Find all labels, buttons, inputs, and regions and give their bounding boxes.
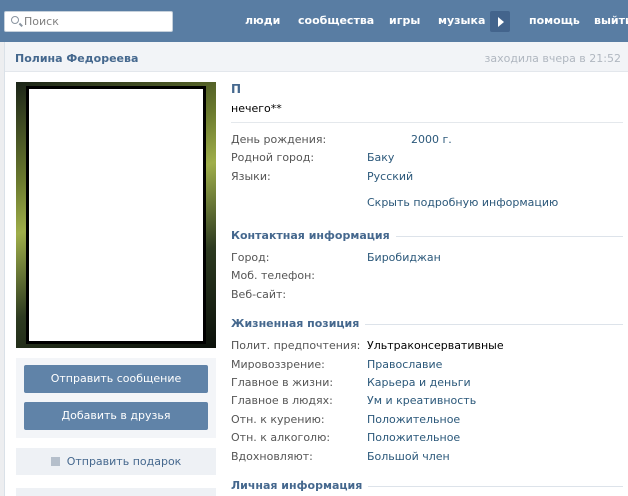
- languages-value[interactable]: Русский: [367, 170, 413, 183]
- contact-section-title[interactable]: Контактная информация: [231, 229, 396, 242]
- personal-section-title[interactable]: Личная информация: [231, 479, 369, 492]
- profile-header: Полина Федореева заходила вчера в 21:52: [5, 42, 628, 72]
- add-friend-button[interactable]: Добавить в друзья: [24, 402, 208, 430]
- languages-row: Языки: Русский: [231, 170, 621, 186]
- status-text[interactable]: нечего**: [231, 102, 282, 115]
- life-section-title[interactable]: Жизненная позиция: [231, 317, 366, 330]
- hometown-row: Родной город: Баку: [231, 151, 621, 167]
- search-input[interactable]: [24, 14, 164, 29]
- city-value[interactable]: Биробиджан: [367, 251, 441, 264]
- top-navigation-bar: люди сообщества игры музыка помощь выйти: [0, 0, 628, 42]
- info-value[interactable]: Положительное: [367, 431, 460, 444]
- languages-label: Языки:: [231, 170, 271, 183]
- birthday-label: День рождения:: [231, 133, 327, 146]
- profile-actions: Отправить сообщение Добавить в друзья: [16, 358, 216, 438]
- city-row: Город: Биробиджан: [231, 251, 621, 267]
- info-value[interactable]: Большой член: [367, 450, 450, 463]
- smoking-row: Отн. к курению: Положительное: [231, 413, 621, 429]
- last-seen-status: заходила вчера в 21:52: [484, 52, 621, 65]
- info-label: Главное в людях:: [231, 394, 333, 407]
- gift-icon: [50, 457, 60, 466]
- info-value: Ультраконсервативные: [367, 339, 504, 352]
- divider: [231, 122, 623, 123]
- mobile-phone-label: Моб. телефон:: [231, 269, 316, 282]
- send-message-button[interactable]: Отправить сообщение: [24, 365, 208, 393]
- send-gift-label: Отправить подарок: [66, 455, 182, 468]
- alcohol-row: Отн. к алкоголю: Положительное: [231, 431, 621, 447]
- website-row: Веб-сайт:: [231, 288, 621, 304]
- inspiration-row: Вдохновляют: Большой член: [231, 450, 621, 466]
- life-priority-row: Главное в жизни: Карьера и деньги: [231, 376, 621, 392]
- people-priority-row: Главное в людях: Ум и креативность: [231, 394, 621, 410]
- city-label: Город:: [231, 251, 270, 264]
- nav-people[interactable]: люди: [245, 14, 280, 27]
- info-label: Отн. к алкоголю:: [231, 431, 331, 444]
- mobile-phone-row: Моб. телефон:: [231, 269, 621, 285]
- send-gift-button[interactable]: Отправить подарок: [16, 448, 216, 475]
- hometown-value[interactable]: Баку: [367, 151, 394, 164]
- personal-section-header: Личная информация: [231, 479, 623, 493]
- sidebar-block: [16, 488, 216, 496]
- profile-full-name[interactable]: Полина Федореева: [15, 52, 138, 65]
- info-label: Отн. к курению:: [231, 413, 325, 426]
- hide-details-link[interactable]: Скрыть подробную информацию: [367, 196, 558, 209]
- life-section-header: Жизненная позиция: [231, 317, 623, 331]
- search-icon: [11, 16, 19, 24]
- profile-name: П: [231, 82, 242, 96]
- nav-help[interactable]: помощь: [529, 14, 580, 27]
- website-label: Веб-сайт:: [231, 288, 287, 301]
- info-label: Главное в жизни:: [231, 376, 334, 389]
- info-value[interactable]: Православие: [367, 358, 442, 371]
- hometown-label: Родной город:: [231, 151, 315, 164]
- info-value[interactable]: Карьера и деньги: [367, 376, 471, 389]
- info-value[interactable]: Положительное: [367, 413, 460, 426]
- play-arrow-icon[interactable]: [490, 11, 510, 32]
- nav-communities[interactable]: сообщества: [298, 14, 374, 27]
- info-value[interactable]: Ум и креативность: [367, 394, 476, 407]
- profile-page: Полина Федореева заходила вчера в 21:52 …: [4, 42, 628, 496]
- info-label: Мировоззрение:: [231, 358, 325, 371]
- info-label: Вдохновляют:: [231, 450, 313, 463]
- politics-row: Полит. предпочтения: Ультраконсервативны…: [231, 339, 621, 355]
- birthday-value[interactable]: 2000 г.: [411, 133, 452, 146]
- nav-music[interactable]: музыка: [438, 14, 485, 27]
- nav-logout[interactable]: выйти: [594, 14, 628, 27]
- profile-photo[interactable]: [16, 82, 216, 348]
- photo-whiteout: [26, 86, 206, 344]
- birthday-row: День рождения: 2000 г.: [231, 133, 621, 149]
- contact-section-header: Контактная информация: [231, 229, 623, 243]
- info-label: Полит. предпочтения:: [231, 339, 361, 352]
- search-box[interactable]: [4, 11, 173, 32]
- worldview-row: Мировоззрение: Православие: [231, 358, 621, 374]
- nav-games[interactable]: игры: [389, 14, 420, 27]
